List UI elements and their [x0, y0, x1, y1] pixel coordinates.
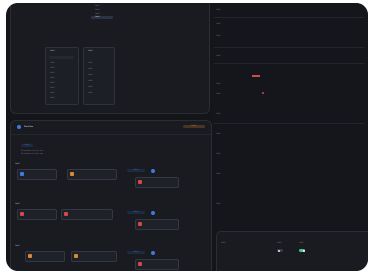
toggle-off[interactable] [277, 249, 283, 252]
form-label: Label [216, 93, 221, 95]
bottom-right-panel: Label Label Label [216, 231, 368, 271]
workflow-icon [17, 125, 21, 129]
workflow-tab[interactable]: Label [21, 144, 33, 147]
node-icon [70, 172, 74, 176]
form-label: Label [216, 133, 221, 135]
toggle-on[interactable] [299, 249, 305, 252]
form-label: Label [216, 153, 221, 155]
menu-item-label: Label [95, 16, 100, 18]
list-item[interactable]: Label [88, 80, 93, 82]
form-label: Label [216, 9, 221, 11]
form-label: Label [216, 83, 221, 85]
list-item[interactable]: Label [50, 67, 55, 69]
app-window: Label Label Label Label Label Label Labe… [6, 3, 368, 271]
workflow-node[interactable] [67, 169, 117, 180]
divider [214, 17, 364, 18]
group-label: Label [15, 245, 20, 247]
connector-label: Label [127, 211, 145, 214]
workflow-node[interactable] [25, 251, 65, 262]
group-label: Label [15, 163, 20, 165]
status-dot-red [262, 92, 265, 95]
list-item[interactable]: Label [88, 86, 93, 88]
list-item[interactable]: Label [50, 87, 55, 89]
list-search[interactable] [49, 56, 74, 59]
list-item[interactable]: Label [88, 62, 93, 64]
form-label: Label [216, 35, 221, 37]
list-item[interactable]: Label [50, 72, 55, 74]
list-header: Label [50, 50, 55, 52]
workflow-action-button[interactable]: Label [183, 125, 205, 128]
workflow-node[interactable] [135, 177, 179, 188]
form-label: Label [216, 55, 221, 57]
list-item[interactable]: Label [50, 92, 55, 94]
list-box-right: Label Label Label Label Label Label Labe… [83, 47, 115, 105]
form-label: Label [216, 203, 221, 205]
workflow-node[interactable] [135, 219, 179, 230]
panel-label: Label [221, 242, 226, 244]
node-icon [28, 254, 32, 258]
form-label: Label [216, 173, 221, 175]
divider [214, 47, 364, 48]
workflow-description: Description text line two [21, 153, 44, 155]
menu-item-selected[interactable]: Label [91, 16, 113, 19]
list-box-left: Label Label Label Label Label Label Labe… [45, 47, 79, 105]
group-label: Label [15, 203, 20, 205]
divider [214, 123, 364, 124]
divider [11, 134, 211, 135]
node-icon [20, 212, 24, 216]
workflow-node[interactable] [17, 169, 57, 180]
node-icon [20, 172, 24, 176]
panel-label: Label [277, 242, 282, 244]
form-label: Label [216, 23, 221, 25]
menu-item[interactable]: Label [95, 9, 100, 11]
workflow-node[interactable] [17, 209, 57, 220]
top-panel: Label Label Label Label Label Label Labe… [10, 3, 210, 114]
connector-dot[interactable] [151, 169, 155, 173]
connector-dot[interactable] [151, 211, 155, 215]
side-form: Label Label Label Label Label Label Labe… [212, 3, 368, 233]
node-icon [74, 254, 78, 258]
panel-label: Label [299, 242, 304, 244]
form-label: Label [216, 113, 221, 115]
list-item[interactable]: Label [50, 97, 55, 99]
connector-label: Label [127, 169, 145, 172]
workflow-node[interactable] [61, 209, 113, 220]
list-item[interactable]: Label [88, 92, 93, 94]
node-icon [138, 180, 142, 184]
workflow-panel: Workflow Label Label Description text li… [10, 120, 212, 271]
connector-dot[interactable] [151, 251, 155, 255]
node-icon [64, 212, 68, 216]
list-item[interactable]: Label [50, 62, 55, 64]
workflow-title: Workflow [24, 126, 34, 128]
list-item[interactable]: Label [88, 68, 93, 70]
node-icon [138, 262, 142, 266]
status-badge-red [252, 75, 260, 77]
connector-label: Label [127, 251, 145, 254]
list-header: Label [88, 50, 93, 52]
menu-item[interactable]: Label [95, 5, 100, 7]
divider [214, 63, 364, 64]
workflow-node[interactable] [135, 259, 179, 270]
node-icon [138, 222, 142, 226]
workflow-node[interactable] [71, 251, 117, 262]
list-item[interactable]: Label [50, 77, 55, 79]
list-item[interactable]: Label [50, 82, 55, 84]
list-item[interactable]: Label [88, 74, 93, 76]
